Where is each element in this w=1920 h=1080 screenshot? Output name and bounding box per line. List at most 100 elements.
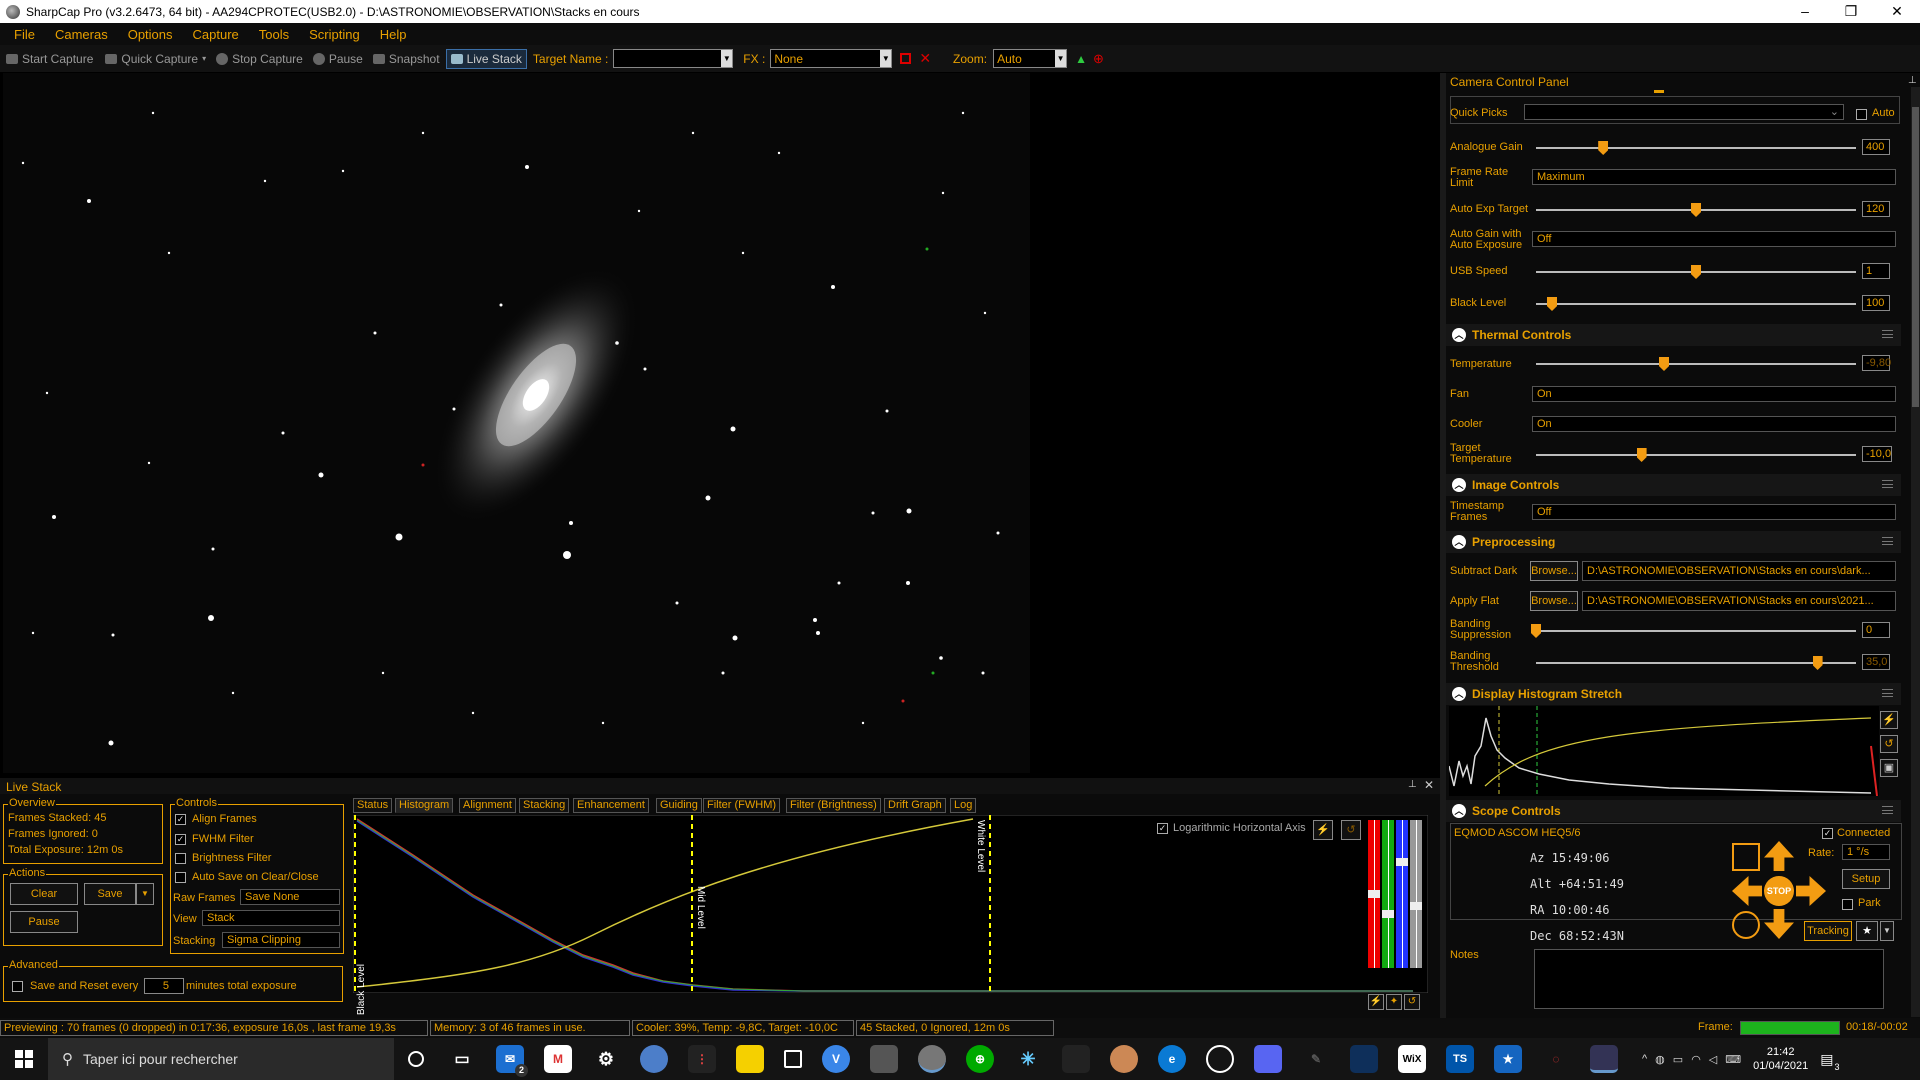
sharpcap-taskbar-icon[interactable] — [918, 1045, 946, 1073]
thermal-controls-header[interactable]: ︿ Thermal Controls — [1446, 324, 1901, 346]
phd-guiding-icon[interactable]: V — [822, 1045, 850, 1073]
reset-icon[interactable]: ↺ — [1880, 735, 1898, 753]
menu-tools[interactable]: Tools — [259, 27, 289, 42]
black-level-marker[interactable]: Black Level — [356, 964, 367, 1015]
target-temperature-value[interactable]: -10,0 — [1862, 446, 1892, 462]
usb-speed-slider[interactable] — [1536, 265, 1856, 279]
tray-app-icon[interactable]: ◍ — [1655, 1053, 1665, 1066]
chevron-down-icon[interactable]: ▼ — [136, 883, 154, 905]
park-checkbox[interactable] — [1842, 899, 1853, 910]
edge-icon[interactable]: e — [1158, 1045, 1186, 1073]
settings-gear-icon[interactable]: ⚙ — [592, 1045, 620, 1073]
chevron-down-icon[interactable]: ▼ — [1880, 921, 1894, 941]
auto-exp-target-value[interactable]: 120 — [1862, 201, 1890, 217]
fx-clear-icon[interactable]: ✕ — [919, 50, 931, 67]
fx-square-icon[interactable] — [900, 53, 912, 64]
preprocessing-header[interactable]: ︿ Preprocessing — [1446, 531, 1901, 553]
live-stack-button[interactable]: Live Stack — [445, 48, 527, 69]
right-panel-scrollbar[interactable] — [1911, 87, 1920, 1017]
menu-options[interactable]: Options — [128, 27, 173, 42]
taskbar-clock[interactable]: 21:42 01/04/2021 — [1753, 1045, 1808, 1073]
zoom-target-icon[interactable]: ⊕ — [1093, 51, 1104, 67]
menu-icon[interactable] — [1882, 689, 1893, 697]
battery-icon[interactable]: ▭ — [1673, 1053, 1683, 1066]
slider-thumb[interactable] — [1547, 297, 1557, 311]
cooler-select[interactable]: On — [1532, 416, 1896, 432]
usb-speed-value[interactable]: 1 — [1862, 263, 1890, 279]
ts-app-icon[interactable]: TS — [1446, 1045, 1474, 1073]
tab-stacking[interactable]: Stacking — [519, 798, 570, 813]
analogue-gain-slider[interactable] — [1536, 141, 1856, 155]
clear-button[interactable]: Clear — [10, 883, 78, 905]
analogue-gain-value[interactable]: 400 — [1862, 139, 1890, 155]
tracking-button[interactable]: Tracking — [1804, 921, 1852, 941]
auto-stretch-icon[interactable]: ⚡ — [1880, 711, 1898, 729]
menu-cameras[interactable]: Cameras — [55, 27, 108, 42]
menu-help[interactable]: Help — [380, 27, 407, 42]
window-app-icon[interactable] — [784, 1050, 802, 1068]
histogram-icon[interactable]: ▲ — [1075, 52, 1087, 66]
wix-icon[interactable]: WiX — [1398, 1045, 1426, 1073]
windows-start-icon[interactable] — [0, 1038, 48, 1080]
mail-icon[interactable]: ✉ 2 — [496, 1045, 528, 1077]
tab-filter-brightness[interactable]: Filter (Brightness) — [786, 798, 881, 813]
tab-drift-graph[interactable]: Drift Graph — [884, 798, 946, 813]
black-level-slider[interactable] — [1536, 297, 1856, 311]
save-stack-button[interactable]: Save — [84, 883, 136, 905]
green-app-icon[interactable]: ⊕ — [966, 1045, 994, 1073]
dark-path-select[interactable]: D:\ASTRONOMIE\OBSERVATION\Stacks en cour… — [1582, 561, 1896, 581]
align-frames-checkbox[interactable]: ✓ — [175, 814, 186, 825]
view-select[interactable]: Stack — [202, 910, 340, 926]
pause-button[interactable]: Pause — [312, 52, 363, 66]
scope-controls-header[interactable]: ︿ Scope Controls — [1446, 800, 1901, 822]
raw-frames-select[interactable]: Save None — [240, 889, 340, 905]
timestamp-frames-select[interactable]: Off — [1532, 504, 1896, 520]
save-icon[interactable]: ▣ — [1880, 759, 1898, 777]
volume-icon[interactable]: ◁ — [1709, 1053, 1717, 1066]
stacking-select[interactable]: Sigma Clipping — [222, 932, 340, 948]
star-app-icon[interactable]: ★ — [1494, 1045, 1522, 1073]
brightness-filter-checkbox[interactable] — [175, 853, 186, 864]
pause-stack-button[interactable]: Pause — [10, 911, 78, 933]
target-icon[interactable] — [1732, 911, 1760, 939]
menu-icon[interactable] — [1882, 480, 1893, 488]
quick-capture-button[interactable]: Quick Capture ▾ — [105, 52, 206, 66]
tab-enhancement[interactable]: Enhancement — [573, 798, 649, 813]
browse-flat-button[interactable]: Browse... — [1530, 591, 1578, 611]
wifi-icon[interactable]: ◠ — [1691, 1053, 1701, 1066]
slider-thumb[interactable] — [1531, 624, 1541, 638]
taskbar-search-box[interactable]: ⚲ Taper ici pour rechercher — [48, 1038, 394, 1080]
orbit-app-icon[interactable]: ◌ — [1542, 1045, 1570, 1073]
slider-thumb[interactable] — [1636, 448, 1647, 462]
auto-gain-select[interactable]: Off — [1532, 231, 1896, 247]
start-capture-button[interactable]: Start Capture — [6, 52, 93, 66]
app-icon[interactable]: ⋮ — [688, 1045, 716, 1073]
menu-file[interactable]: File — [14, 27, 35, 42]
connected-checkbox[interactable]: ✓ — [1822, 828, 1833, 839]
save-reset-checkbox[interactable] — [12, 981, 23, 992]
pen-icon[interactable]: ✎ — [1302, 1045, 1330, 1073]
stop-capture-button[interactable]: Stop Capture — [216, 52, 303, 66]
stop-slew-button[interactable]: STOP — [1764, 876, 1794, 906]
planet-icon[interactable] — [1110, 1045, 1138, 1073]
log-axis-checkbox[interactable]: ✓ — [1157, 823, 1168, 834]
menu-icon[interactable] — [1882, 806, 1893, 814]
gmail-icon[interactable]: M — [544, 1045, 572, 1073]
display-histogram-graph[interactable] — [1449, 706, 1879, 796]
astro-tool-icon[interactable] — [1062, 1045, 1090, 1073]
menu-icon[interactable] — [1882, 330, 1893, 338]
star-color-icon[interactable]: ✦ — [1386, 994, 1402, 1010]
browse-dark-button[interactable]: Browse... — [1530, 561, 1578, 581]
banding-suppression-value[interactable]: 0 — [1862, 622, 1890, 638]
star-icon[interactable]: ★ — [1856, 921, 1878, 941]
image-app-icon[interactable] — [870, 1045, 898, 1073]
flat-path-select[interactable]: D:\ASTRONOMIE\OBSERVATION\Stacks en cour… — [1582, 591, 1896, 611]
fwhm-filter-checkbox[interactable]: ✓ — [175, 834, 186, 845]
slider-thumb[interactable] — [1691, 265, 1701, 279]
auto-checkbox[interactable] — [1856, 109, 1867, 120]
auto-save-checkbox[interactable] — [175, 872, 186, 883]
minutes-stepper[interactable]: 5 — [144, 978, 184, 994]
auto-stretch-icon[interactable]: ⚡ — [1313, 820, 1333, 840]
snapshot-button[interactable]: Snapshot — [372, 52, 440, 66]
active-app-icon[interactable] — [1590, 1045, 1618, 1073]
